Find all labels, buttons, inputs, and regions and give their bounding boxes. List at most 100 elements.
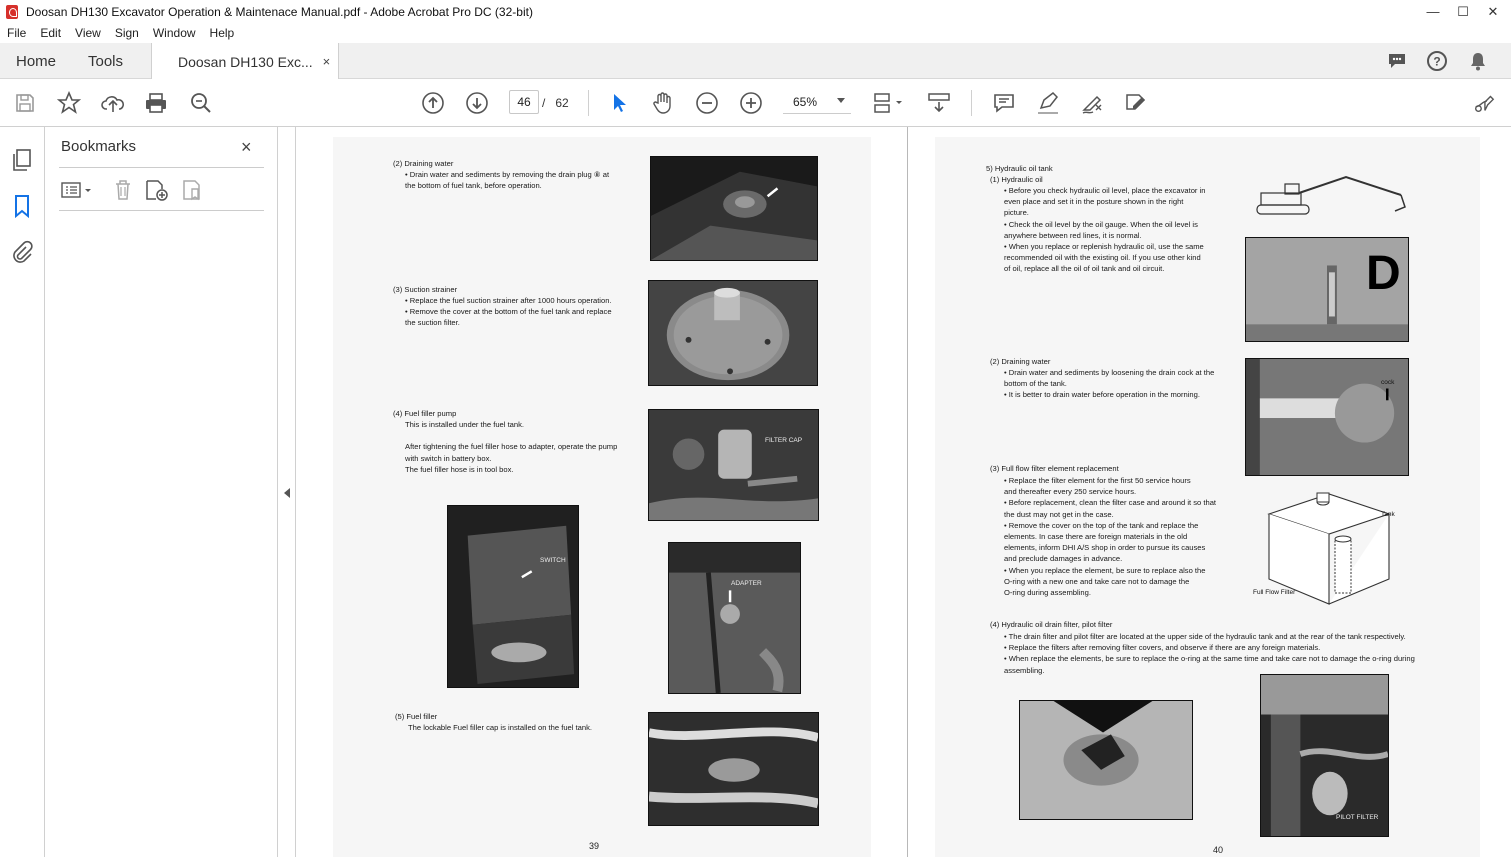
highlight-pen-icon[interactable] — [1036, 91, 1060, 115]
photo-oil-gauge: D — [1245, 237, 1409, 342]
minimize-button[interactable]: — — [1418, 0, 1448, 23]
notification-bell-icon[interactable] — [1465, 43, 1491, 79]
photo-label: ADAPTER — [731, 580, 762, 587]
page-total-count: 62 — [555, 96, 569, 110]
new-bookmark-icon[interactable] — [145, 179, 169, 201]
pdf-page-39: (2) Draining water • Drain water and sed… — [333, 137, 871, 857]
print-icon[interactable] — [144, 91, 168, 115]
help-icon[interactable]: ? — [1424, 43, 1450, 79]
section-title: (2) Draining water — [990, 357, 1051, 366]
zoom-out-icon[interactable] — [695, 91, 719, 115]
fill-sign-icon[interactable] — [1124, 91, 1148, 115]
page-number-input[interactable]: 46 — [509, 90, 539, 114]
toolbar-divider — [588, 90, 589, 116]
chevron-left-icon — [284, 488, 290, 498]
page-gap — [907, 127, 908, 857]
close-panel-icon[interactable]: × — [241, 137, 252, 158]
photo-label: PILOT FILTER — [1336, 814, 1379, 821]
close-window-button[interactable]: ✕ — [1478, 0, 1508, 23]
document-view[interactable]: (2) Draining water • Drain water and sed… — [297, 127, 1511, 857]
attachment-icon[interactable] — [10, 240, 34, 264]
page-display-icon[interactable] — [872, 91, 906, 115]
section-text: • Before you check hydraulic oil level, … — [1004, 186, 1206, 274]
panel-collapse-handle[interactable] — [278, 127, 296, 857]
photo-battery-switch: SWITCH — [447, 505, 579, 688]
photo-drain-plug — [650, 156, 818, 261]
toolbar-divider-2 — [971, 90, 972, 116]
section-text: • The drain filter and pilot filter are … — [1004, 632, 1415, 675]
section-title: (2) Draining water — [393, 159, 454, 168]
zoom-level-value: 65% — [793, 94, 818, 109]
comment-bubble-icon[interactable] — [1384, 43, 1410, 79]
hand-tool-icon[interactable] — [651, 91, 675, 115]
scroll-mode-icon[interactable] — [927, 91, 951, 115]
tab-home[interactable]: Home — [16, 43, 56, 79]
photo-pilot-filter: PILOT FILTER — [1260, 674, 1389, 837]
draw-sign-icon[interactable] — [1080, 91, 1104, 115]
divider — [59, 167, 264, 168]
close-tab-icon[interactable]: × — [323, 54, 331, 69]
bookmarks-title: Bookmarks — [61, 138, 137, 155]
previous-page-icon[interactable] — [421, 91, 445, 115]
comment-icon[interactable] — [992, 91, 1016, 115]
tab-tools[interactable]: Tools — [88, 43, 123, 79]
page-total: / 62 — [542, 96, 569, 110]
bookmark-icon[interactable] — [10, 194, 34, 218]
menu-bar: File Edit View Sign Window Help — [0, 23, 1511, 43]
star-icon[interactable] — [57, 91, 81, 115]
section-text: This is installed under the fuel tank. A… — [405, 420, 618, 474]
zoom-search-icon[interactable] — [189, 91, 213, 115]
svg-text:?: ? — [1433, 55, 1440, 69]
tab-bar: Home Tools Doosan DH130 Exc... × ? — [0, 43, 1511, 80]
tab-document-label: Doosan DH130 Exc... — [178, 53, 313, 70]
tank-diagram: Tank Full Flow Filter — [1249, 489, 1409, 611]
photo-adapter: ADAPTER — [668, 542, 801, 694]
save-icon[interactable] — [13, 91, 37, 115]
menu-sign[interactable]: Sign — [108, 26, 146, 40]
share-link-icon[interactable] — [1472, 91, 1496, 115]
zoom-in-icon[interactable] — [739, 91, 763, 115]
menu-file[interactable]: File — [0, 26, 33, 40]
photo-label: FILTER CAP — [765, 437, 803, 444]
cloud-upload-icon[interactable] — [101, 91, 125, 115]
title-bar: Doosan DH130 Excavator Operation & Maint… — [0, 0, 1511, 23]
excavator-diagram — [1251, 175, 1411, 219]
left-rail — [0, 127, 45, 857]
section-text: • Replace the fuel suction strainer afte… — [405, 296, 612, 328]
tab-document[interactable]: Doosan DH130 Exc... × — [151, 43, 340, 80]
section-title: (3) Full flow filter element replacement — [990, 464, 1119, 473]
page-thumbnails-icon[interactable] — [10, 148, 34, 172]
photo-drain-cock: cock — [1245, 358, 1409, 476]
photo-fuel-filler — [648, 712, 819, 826]
page-separator: / — [542, 96, 546, 110]
diagram-label: Tank — [1381, 511, 1395, 518]
section-title: (5) Fuel filler — [395, 712, 438, 721]
photo-drain-filter — [1019, 700, 1193, 820]
acrobat-icon — [6, 4, 18, 19]
next-page-icon[interactable] — [465, 91, 489, 115]
diagram-label: Full Flow Filter — [1253, 589, 1296, 596]
section-text: • Replace the filter element for the fir… — [1004, 476, 1217, 598]
menu-help[interactable]: Help — [203, 26, 242, 40]
bookmark-from-selection-icon[interactable] — [182, 179, 204, 201]
section-title: (4) Hydraulic oil drain filter, pilot fi… — [990, 620, 1113, 629]
select-cursor-icon[interactable] — [607, 91, 631, 115]
photo-suction-strainer — [648, 280, 818, 386]
section-title: (3) Suction strainer — [393, 285, 458, 294]
photo-filter-cap: FILTER CAP — [648, 409, 819, 521]
section-title: (1) Hydraulic oil — [990, 175, 1043, 184]
zoom-level-select[interactable]: 65% — [783, 90, 851, 114]
pdf-page-40: 5) Hydraulic oil tank (1) Hydraulic oil … — [935, 137, 1480, 857]
section-text: The lockable Fuel filler cap is installe… — [408, 723, 593, 732]
photo-label: SWITCH — [540, 557, 566, 564]
bookmark-options-icon[interactable] — [61, 179, 93, 201]
page-number: 40 — [1213, 845, 1224, 855]
delete-bookmark-icon[interactable] — [113, 179, 133, 201]
section-text: • Drain water and sediments by loosening… — [1004, 368, 1215, 400]
divider-2 — [59, 210, 264, 211]
photo-label: cock — [1381, 379, 1395, 386]
menu-view[interactable]: View — [68, 26, 108, 40]
menu-window[interactable]: Window — [146, 26, 203, 40]
menu-edit[interactable]: Edit — [33, 26, 68, 40]
maximize-button[interactable]: ☐ — [1448, 0, 1478, 23]
